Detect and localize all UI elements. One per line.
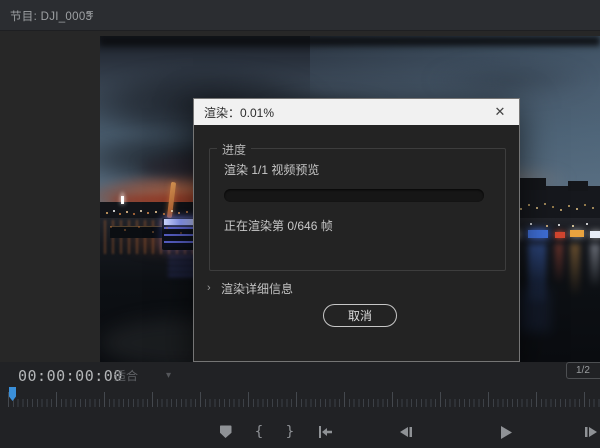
scene-signage [528, 230, 548, 238]
scene-reflection [555, 244, 563, 284]
scene-city-lights [100, 36, 102, 38]
step-back-icon [397, 425, 414, 439]
step-forward-icon [583, 425, 600, 439]
scene-tower-light [121, 196, 124, 204]
scene-barge [110, 226, 162, 238]
render-status-text: 正在渲染第 0/646 帧 [224, 217, 333, 234]
program-panel-header: 节目: DJI_0003 ≡ [0, 0, 600, 31]
progress-bar [224, 189, 484, 202]
scene-signage [570, 230, 584, 237]
scene-reflection [590, 244, 600, 288]
chevron-down-icon: ▾ [166, 370, 171, 381]
mark-out-button[interactable]: } [279, 421, 301, 443]
render-details-label: 渲染详细信息 [221, 280, 293, 297]
step-forward-button[interactable] [582, 421, 600, 443]
go-to-in-icon [317, 425, 333, 439]
scene-buildings [520, 178, 546, 190]
play-icon [497, 424, 514, 441]
cancel-button[interactable]: 取消 [323, 304, 397, 327]
render-dialog-titlebar[interactable]: 渲染：0.01% ✕ [194, 99, 519, 125]
render-dialog-body: 进度 渲染 1/1 视频预览 正在渲染第 0/646 帧 › 渲染详细信息 取消 [194, 125, 519, 363]
play-button[interactable] [494, 421, 516, 443]
scene-signage [590, 231, 600, 238]
scene-signage [555, 232, 565, 238]
scene-reflection [570, 244, 580, 296]
panel-title: 节目: DJI_0003 [10, 8, 92, 24]
render-details-toggle[interactable]: › 渲染详细信息 [207, 280, 293, 296]
add-marker-icon [219, 425, 232, 439]
close-icon[interactable]: ✕ [489, 99, 511, 125]
progress-group: 进度 渲染 1/1 视频预览 正在渲染第 0/646 帧 [209, 148, 506, 271]
playback-resolution-dropdown[interactable]: 1/2 [566, 362, 600, 379]
mark-in-icon: { [255, 424, 264, 440]
scene-buildings [568, 181, 588, 191]
panel-menu-icon[interactable]: ≡ [86, 6, 94, 21]
progress-group-label: 进度 [217, 141, 251, 158]
zoom-level-value: 适合 [114, 367, 138, 384]
scene-reflection [520, 288, 550, 332]
playback-resolution-value: 1/2 [576, 365, 590, 376]
ruler-ticks-major [8, 392, 600, 407]
mark-out-icon: } [286, 424, 295, 440]
monitor-controls: 00:00:00:00 适合 ▾ 1/2 { } [0, 362, 600, 448]
add-marker-button[interactable] [214, 421, 236, 443]
render-task-text: 渲染 1/1 视频预览 [224, 161, 319, 178]
render-dialog-title: 渲染：0.01% [204, 104, 274, 121]
zoom-level-dropdown[interactable]: 适合 ▾ [108, 366, 192, 384]
step-back-button[interactable] [394, 421, 416, 443]
scene-cloud [100, 36, 600, 46]
mini-timeline-ruler[interactable] [8, 389, 600, 409]
go-to-in-button[interactable] [314, 421, 336, 443]
render-dialog: 渲染：0.01% ✕ 进度 渲染 1/1 视频预览 正在渲染第 0/646 帧 … [193, 98, 520, 362]
disclosure-icon: › [207, 282, 221, 294]
mark-in-button[interactable]: { [248, 421, 270, 443]
transport-controls: { } [0, 415, 600, 448]
